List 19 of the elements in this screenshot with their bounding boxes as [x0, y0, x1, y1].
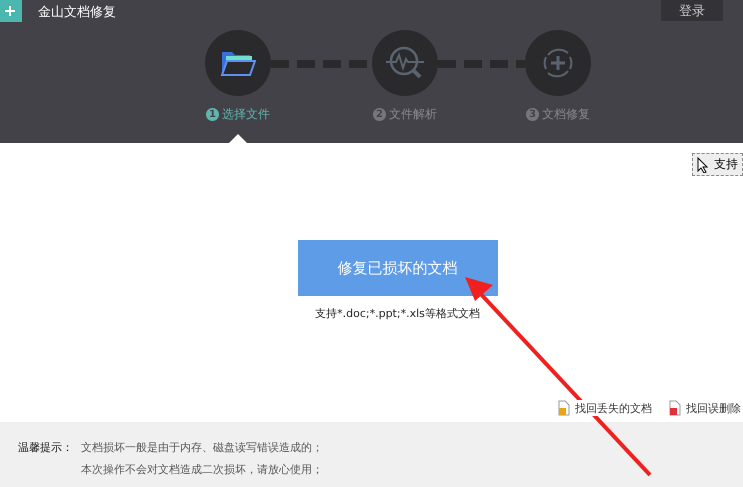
step-label[interactable]: 文档修复 [542, 106, 590, 123]
support-text: 支持*.doc;*.ppt;*.xls等格式文档 [315, 306, 480, 321]
tip-text: 本次操作不会对文档造成二次损坏，请放心使用； [81, 462, 323, 477]
repair-button[interactable]: 修复已损坏的文档 [298, 240, 498, 296]
step-label[interactable]: 文件解析 [389, 106, 437, 123]
step-pointer [229, 134, 247, 143]
tip-text: 文档损坏一般是由于内存、磁盘读写错误造成的； [81, 440, 323, 455]
cursor-icon [697, 156, 711, 172]
app-logo-icon [0, 0, 22, 22]
document-icon [557, 400, 570, 416]
tooltip-text: 支持 [714, 156, 738, 173]
tips-label: 温馨提示： [18, 440, 73, 456]
window-title: 金山文档修复 [38, 4, 116, 21]
document-icon [668, 400, 681, 416]
link[interactable]: 找回丢失的文档 [557, 400, 652, 416]
login-button[interactable]: 登录 [661, 0, 723, 21]
step-label[interactable]: 选择文件 [222, 106, 270, 123]
step-number: 1 [206, 108, 219, 121]
link[interactable]: 找回误删除 [668, 400, 741, 416]
